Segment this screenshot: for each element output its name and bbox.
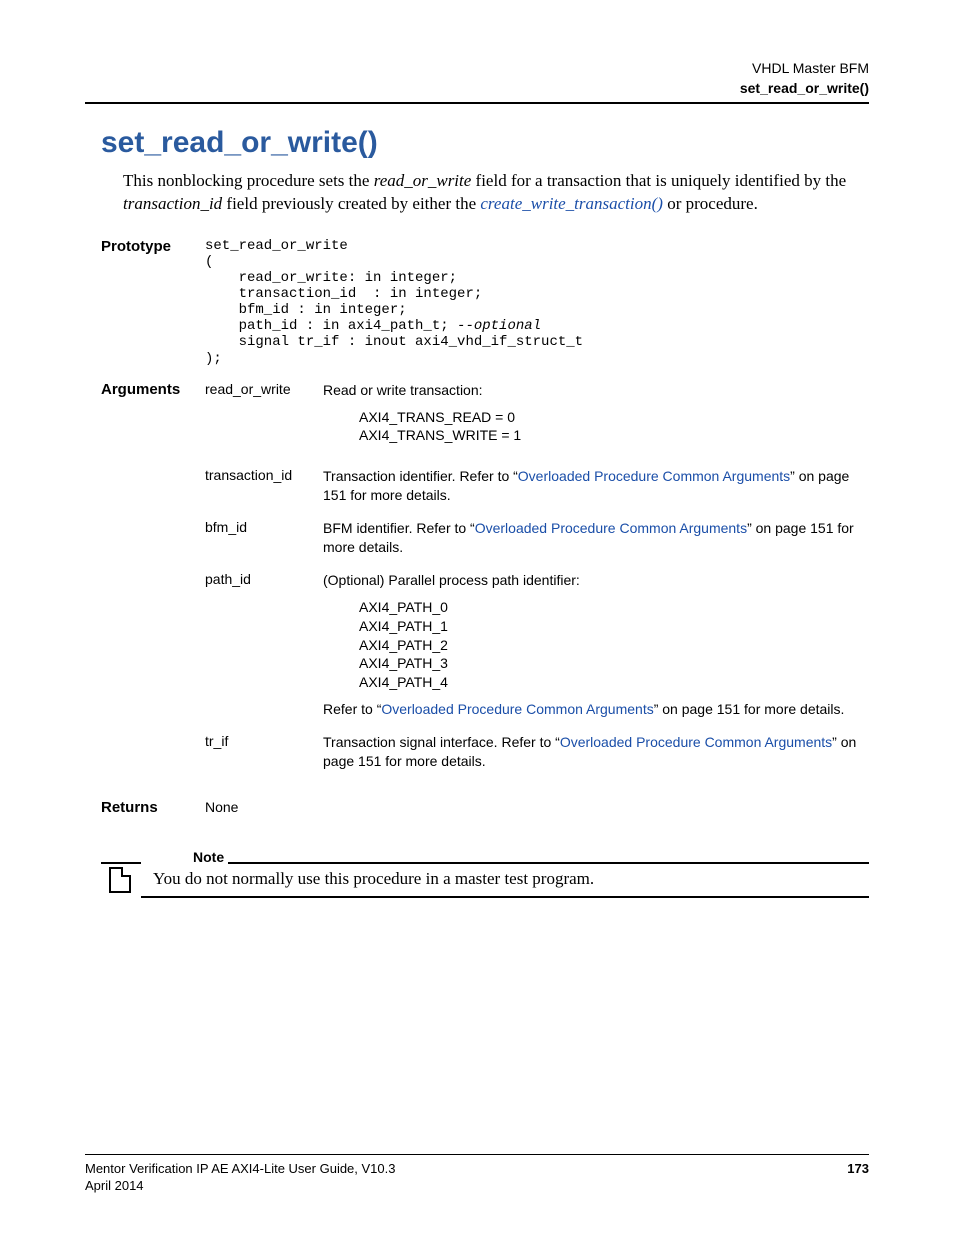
page-title: set_read_or_write() — [101, 126, 869, 160]
arg-desc-read-or-write: Read or write transaction: AXI4_TRANS_RE… — [323, 381, 869, 468]
header-page-name: set_read_or_write() — [85, 80, 869, 96]
arg-desc-path-id: (Optional) Parallel process path identif… — [323, 571, 869, 733]
intro-text-4: or procedure. — [663, 194, 758, 213]
footer-divider — [85, 1154, 869, 1155]
arg-name-transaction-id: transaction_id — [205, 467, 323, 519]
code-line-6b-optional: --optional — [457, 318, 541, 334]
path-id-desc-text: (Optional) Parallel process path identif… — [323, 571, 869, 590]
arg-path-id: path_id (Optional) Parallel process path… — [205, 571, 869, 733]
arguments-body: read_or_write Read or write transaction:… — [205, 381, 869, 799]
create-write-transaction-link[interactable]: create_write_transaction() — [480, 194, 663, 213]
overloaded-args-link-1[interactable]: Overloaded Procedure Common Arguments — [518, 468, 790, 484]
intro-paragraph: This nonblocking procedure sets the read… — [123, 170, 869, 216]
arg-tr-if: tr_if Transaction signal interface. Refe… — [205, 733, 869, 785]
footer-guide-name: Mentor Verification IP AE AXI4-Lite User… — [85, 1161, 395, 1176]
tr-if-pre: Transaction signal interface. Refer to “ — [323, 734, 560, 750]
arg-desc-tr-if: Transaction signal interface. Refer to “… — [323, 733, 869, 785]
intro-text-3: field previously created by either the — [222, 194, 480, 213]
arg-transaction-id: transaction_id Transaction identifier. R… — [205, 467, 869, 519]
returns-row: Returns None — [85, 799, 869, 830]
note-rule-left — [101, 862, 141, 864]
intro-text-1: This nonblocking procedure sets the — [123, 171, 374, 190]
page-footer: Mentor Verification IP AE AXI4-Lite User… — [85, 1154, 869, 1193]
trans-read-value: AXI4_TRANS_READ = 0 — [359, 408, 869, 427]
arg-row-desc-text: Read or write transaction: — [323, 381, 869, 400]
header-divider — [85, 102, 869, 104]
definition-table: Prototype set_read_or_write ( read_or_wr… — [85, 238, 869, 830]
returns-label: Returns — [85, 799, 205, 830]
note-icon — [109, 867, 131, 893]
returns-value-text: None — [205, 799, 238, 815]
axi4-path-4: AXI4_PATH_4 — [359, 673, 869, 692]
code-line-5: bfm_id : in integer; — [205, 302, 407, 318]
t-id-pre: Transaction identifier. Refer to “ — [323, 468, 518, 484]
code-line-1: set_read_or_write — [205, 238, 348, 254]
axi4-path-2: AXI4_PATH_2 — [359, 636, 869, 655]
arg-name-path-id: path_id — [205, 571, 323, 733]
prototype-code-block: set_read_or_write ( read_or_write: in in… — [205, 238, 869, 381]
overloaded-args-link-4[interactable]: Overloaded Procedure Common Arguments — [560, 734, 832, 750]
prototype-row: Prototype set_read_or_write ( read_or_wr… — [85, 238, 869, 381]
arg-read-or-write: read_or_write Read or write transaction:… — [205, 381, 869, 468]
arg-name-tr-if: tr_if — [205, 733, 323, 785]
intro-text-2: field for a transaction that is uniquely… — [471, 171, 846, 190]
axi4-path-0: AXI4_PATH_0 — [359, 598, 869, 617]
bfm-id-pre: BFM identifier. Refer to “ — [323, 520, 475, 536]
code-line-6a: path_id : in axi4_path_t; — [205, 318, 457, 334]
axi4-path-3: AXI4_PATH_3 — [359, 654, 869, 673]
path-ref-post: ” on page 151 for more details. — [654, 701, 845, 717]
prototype-label: Prototype — [85, 238, 205, 381]
path-id-ref: Refer to “Overloaded Procedure Common Ar… — [323, 700, 869, 719]
arg-name-read-or-write: read_or_write — [205, 381, 323, 468]
code-line-3: read_or_write: in integer; — [205, 270, 457, 286]
arguments-label: Arguments — [85, 381, 205, 799]
note-rule-bottom — [141, 896, 869, 898]
code-line-2: ( — [205, 254, 213, 270]
arg-desc-bfm-id: BFM identifier. Refer to “Overloaded Pro… — [323, 519, 869, 571]
arg-desc-transaction-id: Transaction identifier. Refer to “Overlo… — [323, 467, 869, 519]
note-rule-right — [228, 862, 869, 864]
trans-write-value: AXI4_TRANS_WRITE = 1 — [359, 426, 869, 445]
arg-bfm-id: bfm_id BFM identifier. Refer to “Overloa… — [205, 519, 869, 571]
intro-italic-2: transaction_id — [123, 194, 222, 213]
note-block: Note You do not normally use this proced… — [101, 848, 869, 898]
footer-date: April 2014 — [85, 1178, 869, 1193]
footer-page-number: 173 — [847, 1161, 869, 1176]
code-line-7: signal tr_if : inout axi4_vhd_if_struct_… — [205, 334, 583, 350]
overloaded-args-link-2[interactable]: Overloaded Procedure Common Arguments — [475, 520, 747, 536]
note-text: You do not normally use this procedure i… — [153, 867, 594, 889]
axi4-path-1: AXI4_PATH_1 — [359, 617, 869, 636]
arg-name-bfm-id: bfm_id — [205, 519, 323, 571]
code-line-4: transaction_id : in integer; — [205, 286, 482, 302]
arguments-row: Arguments read_or_write Read or write tr… — [85, 381, 869, 799]
note-label: Note — [141, 849, 228, 865]
intro-italic-1: read_or_write — [374, 171, 472, 190]
returns-value: None — [205, 799, 869, 830]
code-line-8: ); — [205, 351, 222, 367]
overloaded-args-link-3[interactable]: Overloaded Procedure Common Arguments — [381, 701, 653, 717]
path-ref-pre: Refer to “ — [323, 701, 381, 717]
header-breadcrumb: VHDL Master BFM — [85, 60, 869, 76]
